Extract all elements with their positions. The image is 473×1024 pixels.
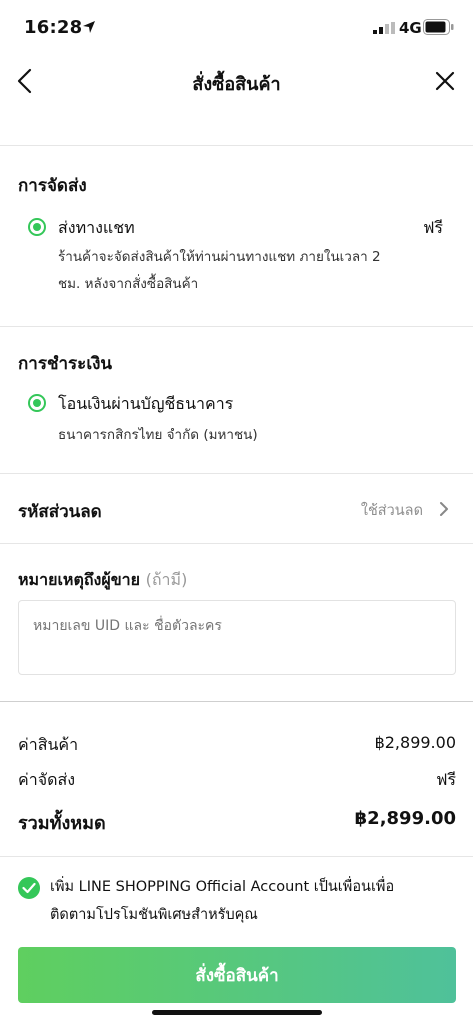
payment-bank-name: ธนาคารกสิกรไทย จำกัด (มหาชน) [58,427,258,443]
nav-bar: สั่งซื้อสินค้า [0,56,473,110]
shipping-option-label[interactable]: ส่งทางแชท [58,216,135,241]
close-icon[interactable] [434,70,456,92]
chevron-right-icon[interactable] [438,500,450,518]
home-indicator [152,1010,322,1015]
battery-icon [423,19,454,35]
add-friend-consent-text[interactable]: เพิ่ม LINE SHOPPING Official Account เป็… [50,873,450,929]
signal-icon [373,22,395,34]
use-coupon-link[interactable]: ใช้ส่วนลด [361,499,423,522]
status-bar: 16:28 4G [0,0,473,56]
note-title: หมายเหตุถึงผู้ขาย (ถ้ามี) [18,568,187,593]
consent-line2: ติดตามโปรโมชันพิเศษสำหรับคุณ [50,907,258,923]
subtotal-value: ฿2,899.00 [374,733,456,752]
note-input[interactable] [18,600,456,675]
page-title: สั่งซื้อสินค้า [192,74,281,95]
note-optional-label: (ถ้ามี) [145,570,188,589]
place-order-button[interactable]: สั่งซื้อสินค้า [18,947,456,1003]
location-arrow-icon [83,21,95,33]
shipping-fee-value: ฟรี [436,770,456,789]
status-time: 16:28 [24,17,83,38]
total-value: ฿2,899.00 [354,808,456,829]
network-type: 4G [399,19,422,37]
note-title-label: หมายเหตุถึงผู้ขาย [18,570,141,589]
shipping-price: ฟรี [423,218,443,237]
divider [0,701,473,702]
add-friend-checkbox[interactable] [18,877,40,899]
total-label: รวมทั้งหมด [18,813,106,834]
payment-option-label[interactable]: โอนเงินผ่านบัญชีธนาคาร [58,392,233,417]
shipping-section-title: การจัดส่ง [18,176,87,196]
shipping-radio[interactable] [28,218,46,236]
shipping-fee-label: ค่าจัดส่ง [18,770,76,789]
payment-radio[interactable] [28,394,46,412]
check-icon [22,882,36,894]
divider [0,856,473,857]
shipping-desc-line1: ร้านค้าจะจัดส่งสินค้าให้ท่านผ่านทางแชท ภ… [58,249,381,265]
coupon-title[interactable]: รหัสส่วนลด [18,498,102,525]
shipping-desc-line2: ชม. หลังจากสั่งซื้อสินค้า [58,276,199,292]
consent-line1: เพิ่ม LINE SHOPPING Official Account เป็… [50,879,395,895]
payment-section-title: การชำระเงิน [18,354,113,374]
subtotal-label: ค่าสินค้า [18,735,79,754]
divider [0,473,473,474]
divider [0,543,473,544]
divider [0,145,473,146]
divider [0,326,473,327]
